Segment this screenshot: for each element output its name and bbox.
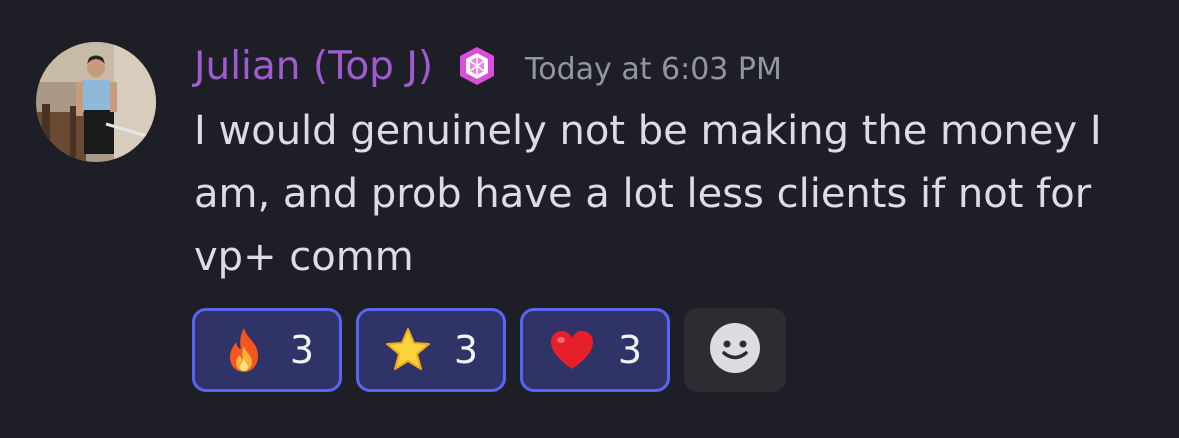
author-avatar[interactable] xyxy=(36,42,156,162)
author-name[interactable]: Julian (Top J) xyxy=(194,44,433,89)
heart-icon xyxy=(548,326,596,374)
reaction-star[interactable]: 3 xyxy=(356,308,506,392)
reaction-count: 3 xyxy=(453,328,479,372)
fire-icon xyxy=(220,326,268,374)
message-timestamp: Today at 6:03 PM xyxy=(525,51,782,87)
message-line: am, and prob have a lot less clients if … xyxy=(194,171,1092,217)
smiley-face-icon xyxy=(709,322,761,378)
message-line: I would genuinely not be making the mone… xyxy=(194,108,1102,154)
message-header: Julian (Top J) Today at 6:03 PM xyxy=(194,36,782,96)
reactions-bar: 3 3 3 xyxy=(192,308,786,392)
message-content: I would genuinely not be making the mone… xyxy=(194,100,1154,289)
reaction-fire[interactable]: 3 xyxy=(192,308,342,392)
reaction-heart[interactable]: 3 xyxy=(520,308,670,392)
pink-cube-role-icon[interactable] xyxy=(457,46,497,86)
message-line: vp+ comm xyxy=(194,234,414,280)
avatar-photo xyxy=(36,42,156,162)
reaction-count: 3 xyxy=(289,328,315,372)
add-reaction-button[interactable] xyxy=(684,308,786,392)
chat-message: Julian (Top J) Today at 6:03 PM I would … xyxy=(0,0,1179,438)
reaction-count: 3 xyxy=(617,328,643,372)
star-icon xyxy=(384,326,432,374)
